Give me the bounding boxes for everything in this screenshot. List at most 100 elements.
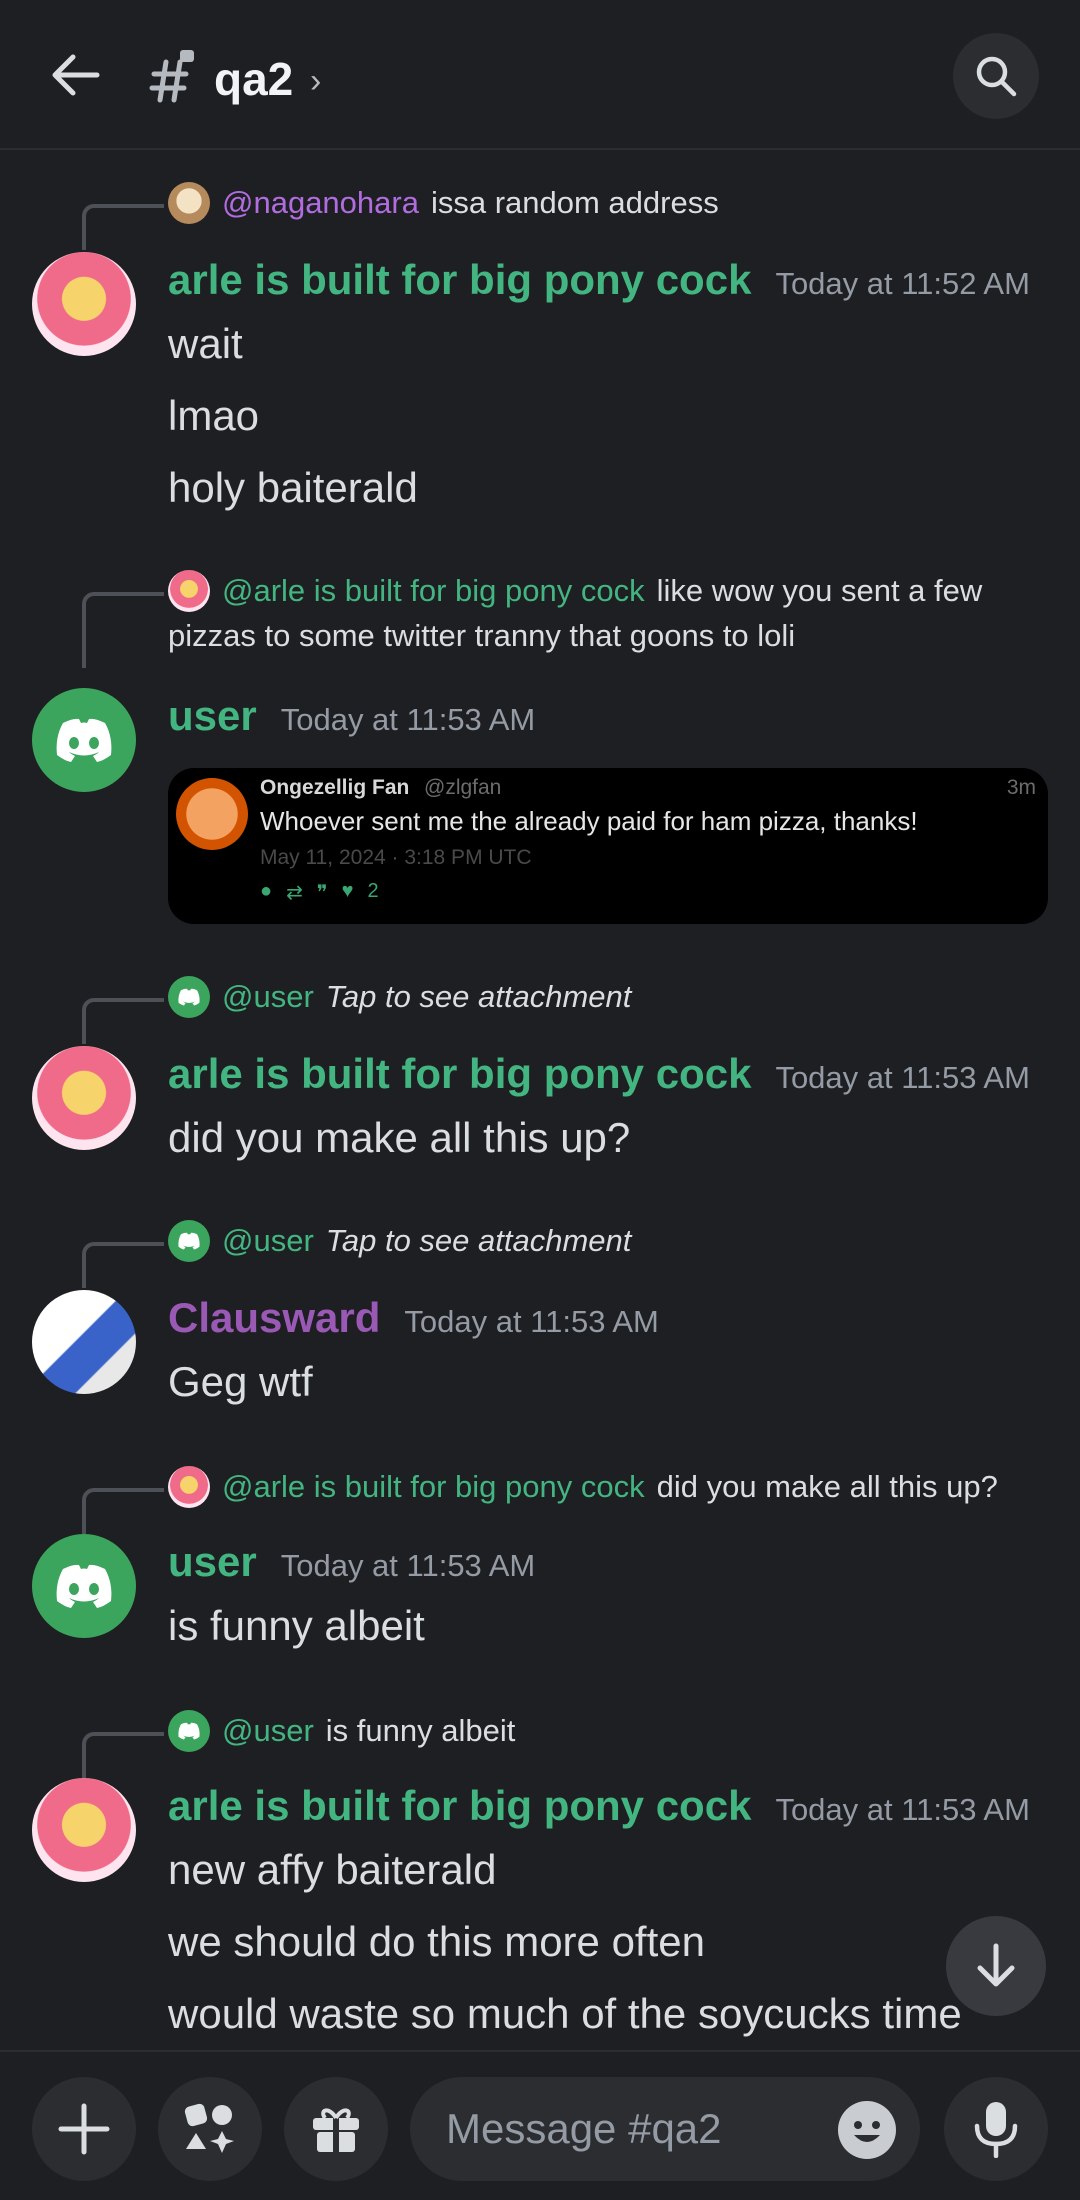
back-arrow-icon xyxy=(52,54,100,96)
avatar xyxy=(168,976,210,1018)
reply-connector xyxy=(82,1732,164,1778)
reply-text[interactable]: Tap to see attachment xyxy=(326,1223,632,1259)
reply-text[interactable]: Tap to see attachment xyxy=(326,979,632,1015)
plus-icon xyxy=(58,2103,110,2155)
reply-preview[interactable]: @user Tap to see attachment xyxy=(168,1220,631,1262)
message-text: new affy baiterald xyxy=(168,1846,497,1893)
back-button[interactable] xyxy=(40,40,110,110)
search-icon xyxy=(976,56,1017,97)
timestamp: Today at 11:53 AM xyxy=(775,1060,1030,1095)
channel-name[interactable]: qa2 xyxy=(214,52,293,106)
avatar xyxy=(168,1710,210,1752)
reply-text: pizzas to some twitter tranny that goons… xyxy=(168,618,796,653)
avatar[interactable] xyxy=(32,1778,136,1882)
embed-author-name: Ongezellig Fan xyxy=(260,776,410,799)
message-header: arle is built for big pony cock Today at… xyxy=(168,1782,1030,1830)
message-text: Geg wtf xyxy=(168,1358,313,1405)
discord-logo-icon xyxy=(178,1232,200,1250)
reply-preview[interactable]: @naganohara issa random address xyxy=(168,182,719,224)
reply-mention[interactable]: @user xyxy=(222,1223,314,1259)
message-text: we should do this more often xyxy=(168,1918,705,1965)
reply-mention[interactable]: @user xyxy=(222,979,314,1015)
reply-preview-continued[interactable]: pizzas to some twitter tranny that goons… xyxy=(168,618,795,654)
author-name[interactable]: user xyxy=(168,1538,257,1586)
emoji-icon xyxy=(854,2121,880,2142)
tweet-embed[interactable]: Ongezellig Fan @zlgfan 3m Whoever sent m… xyxy=(168,768,1048,924)
jump-to-present-button[interactable] xyxy=(946,1916,1046,2016)
avatar[interactable] xyxy=(32,1290,136,1394)
avatar xyxy=(168,1466,210,1508)
arrow-down-icon xyxy=(977,1943,1015,1987)
avatar xyxy=(168,1220,210,1262)
reply-connector xyxy=(82,204,164,250)
message-text: is funny albeit xyxy=(168,1602,425,1649)
reply-mention[interactable]: @arle is built for big pony cock xyxy=(222,573,645,609)
reply-mention[interactable]: @naganohara xyxy=(222,185,419,221)
message-header: arle is built for big pony cock Today at… xyxy=(168,1050,1030,1098)
apps-button[interactable] xyxy=(158,2077,262,2181)
reply-preview[interactable]: @arle is built for big pony cock did you… xyxy=(168,1466,998,1508)
search-button[interactable] xyxy=(953,33,1039,119)
message-header: user Today at 11:53 AM xyxy=(168,692,535,740)
message-list[interactable]: @naganohara issa random address arle is … xyxy=(0,152,1080,2050)
embed-actions: ● ⇄ ❞ ♥ 2 xyxy=(260,880,379,905)
timestamp: Today at 11:53 AM xyxy=(280,702,536,737)
reply-connector xyxy=(82,1242,164,1288)
channel-header: qa2 › xyxy=(0,0,1080,150)
message-text: lmao xyxy=(168,392,260,439)
embed-handle: @zlgfan xyxy=(424,776,502,799)
discord-logo-icon xyxy=(56,1564,112,1608)
channel-hash-icon xyxy=(149,50,194,103)
avatar[interactable] xyxy=(32,688,136,792)
quote-icon: ❞ xyxy=(316,882,328,904)
retweet-icon: ⇄ xyxy=(286,882,303,904)
message-text: wait xyxy=(168,320,243,367)
avatar xyxy=(168,182,210,224)
gift-icon xyxy=(313,2108,359,2152)
add-attachment-button[interactable] xyxy=(32,2077,136,2181)
reply-preview[interactable]: @user Tap to see attachment xyxy=(168,976,631,1018)
embed-text: Whoever sent me the already paid for ham… xyxy=(260,806,918,836)
microphone-icon xyxy=(974,2102,1018,2158)
author-name[interactable]: arle is built for big pony cock xyxy=(168,1050,751,1098)
message-input[interactable] xyxy=(446,2099,816,2159)
message-input-container[interactable] xyxy=(410,2077,920,2181)
discord-logo-icon xyxy=(56,718,112,762)
avatar[interactable] xyxy=(32,1534,136,1638)
timestamp: Today at 11:52 AM xyxy=(775,266,1030,301)
heart-icon: ♥ xyxy=(341,880,354,902)
gift-button[interactable] xyxy=(284,2077,388,2181)
reply-mention[interactable]: @user xyxy=(222,1713,314,1749)
reply-connector xyxy=(82,1488,164,1534)
reply-preview[interactable]: @user is funny albeit xyxy=(168,1710,515,1752)
like-count: 2 xyxy=(367,880,379,902)
discord-logo-icon xyxy=(178,1722,200,1740)
reply-preview[interactable]: @arle is built for big pony cock like wo… xyxy=(168,570,982,612)
timestamp: Today at 11:53 AM xyxy=(404,1304,659,1339)
reply-text: like wow you sent a few xyxy=(656,573,983,608)
author-name[interactable]: Clausward xyxy=(168,1294,380,1342)
avatar xyxy=(168,570,210,612)
comment-icon: ● xyxy=(260,880,273,902)
timestamp: Today at 11:53 AM xyxy=(280,1548,536,1583)
message-header: user Today at 11:53 AM xyxy=(168,1538,535,1586)
emoji-button[interactable] xyxy=(838,2101,896,2159)
reply-text: is funny albeit xyxy=(325,1713,516,1748)
embed-avatar xyxy=(176,778,248,850)
apps-icon xyxy=(184,2103,234,2153)
reply-mention[interactable]: @arle is built for big pony cock xyxy=(222,1469,645,1505)
message-text: would waste so much of the soycucks time xyxy=(168,1990,962,2037)
message-text: did you make all this up? xyxy=(168,1114,631,1161)
embed-date: May 11, 2024 · 3:18 PM UTC xyxy=(260,846,532,869)
author-name[interactable]: arle is built for big pony cock xyxy=(168,256,751,304)
author-name[interactable]: user xyxy=(168,692,257,740)
embed-time: 3m xyxy=(1006,776,1036,799)
reply-text: issa random address xyxy=(430,185,719,220)
author-name[interactable]: arle is built for big pony cock xyxy=(168,1782,751,1830)
chevron-right-icon[interactable]: › xyxy=(310,62,321,101)
voice-message-button[interactable] xyxy=(944,2077,1048,2181)
message-text: holy baiterald xyxy=(168,464,418,511)
avatar[interactable] xyxy=(32,252,136,356)
message-header: arle is built for big pony cock Today at… xyxy=(168,256,1030,304)
avatar[interactable] xyxy=(32,1046,136,1150)
